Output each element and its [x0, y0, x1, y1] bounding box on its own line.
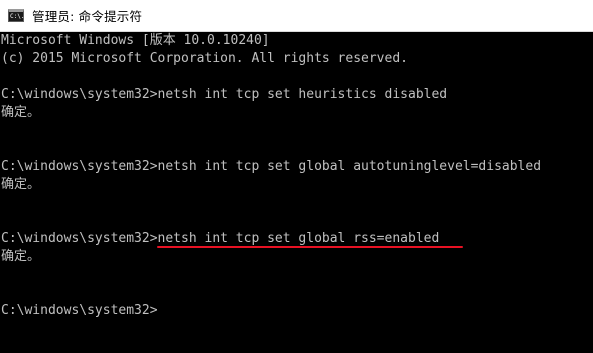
console-line-version: Microsoft Windows [版本 10.0.10240] [1, 33, 270, 48]
console-line-command-heuristics: C:\windows\system32>netsh int tcp set he… [1, 87, 448, 102]
console-output[interactable]: Microsoft Windows [版本 10.0.10240] (c) 20… [0, 32, 593, 353]
console-line-command-autotuning: C:\windows\system32>netsh int tcp set gl… [1, 159, 542, 174]
cmd-icon-glyph: C:\. [10, 12, 25, 20]
console-line-ok: 确定。 [1, 177, 41, 192]
console-line-copyright: (c) 2015 Microsoft Corporation. All righ… [1, 51, 408, 66]
title-bar[interactable]: C:\. 管理员: 命令提示符 [0, 0, 593, 32]
console-line-ok: 确定。 [1, 249, 41, 264]
console-prompt[interactable]: C:\windows\system32> [1, 302, 158, 320]
red-underline-annotation [157, 246, 463, 248]
console-line-ok: 确定。 [1, 105, 41, 120]
cmd-console-icon: C:\. [8, 9, 24, 22]
window-title: 管理员: 命令提示符 [32, 9, 143, 24]
command-prompt-window: C:\. 管理员: 命令提示符 Microsoft Windows [版本 10… [0, 0, 593, 353]
